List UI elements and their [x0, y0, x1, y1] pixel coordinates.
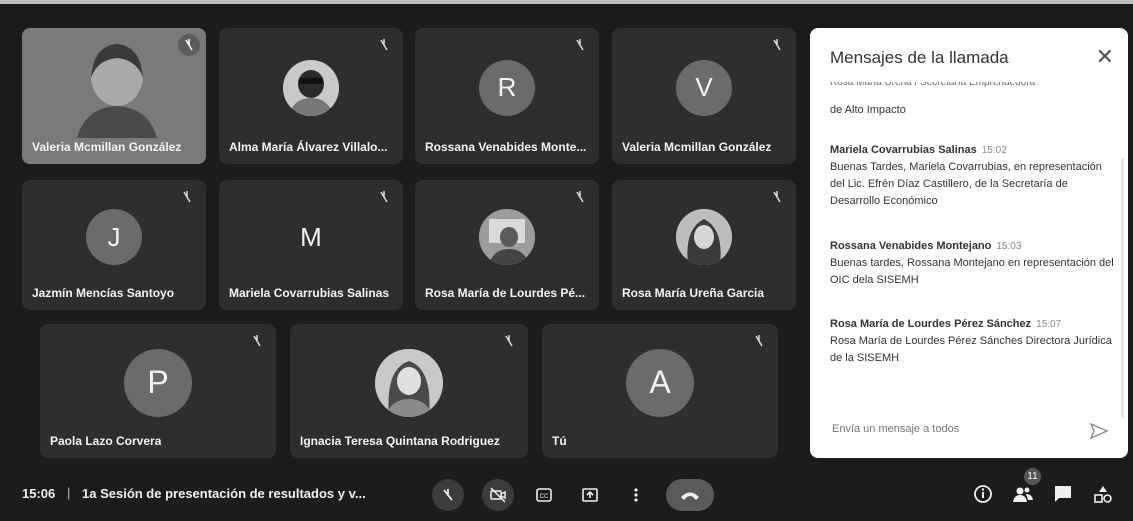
- present-button[interactable]: [574, 479, 606, 511]
- participant-tile[interactable]: Rosa María de Lourdes Pé...: [415, 180, 599, 310]
- more-options-button[interactable]: [620, 479, 652, 511]
- participant-name: Tú: [552, 434, 567, 448]
- message-sender: Rosa María de Lourdes Pérez Sánchez: [830, 318, 1032, 330]
- avatar: [283, 59, 339, 116]
- participant-name: Rosa María de Lourdes Pé...: [425, 286, 586, 300]
- mic-off-icon: [443, 489, 453, 501]
- participant-name: Ignacia Teresa Quintana Rodriguez: [300, 434, 500, 448]
- activities-button[interactable]: [1090, 481, 1116, 507]
- present-icon: [582, 488, 598, 502]
- svg-text:CC: CC: [540, 494, 549, 500]
- avatar: A: [626, 348, 694, 417]
- separator: |: [67, 485, 71, 500]
- person-video-icon: [77, 44, 157, 138]
- send-icon[interactable]: [1088, 420, 1110, 442]
- captions-icon: CC: [536, 488, 552, 502]
- participant-name: Valeria Mcmillan González: [622, 140, 772, 154]
- mic-off-icon: [576, 39, 584, 51]
- avatar: [676, 209, 732, 266]
- participant-tile[interactable]: Valeria Mcmillan González: [22, 28, 206, 164]
- participant-tile[interactable]: Alma María Álvarez Villalo...: [219, 28, 403, 164]
- mic-toggle-button[interactable]: [432, 479, 464, 511]
- message-fragment: de Alto Impacto: [830, 104, 906, 116]
- camera-toggle-button[interactable]: [482, 479, 514, 511]
- avatar: P: [124, 348, 192, 417]
- captions-button[interactable]: CC: [528, 479, 560, 511]
- chat-message: Mariela Covarrubias Salinas 15:02 Buenas …: [830, 142, 1115, 210]
- panel-title: Mensajes de la llamada: [830, 48, 1009, 67]
- mic-off-icon: [253, 335, 261, 347]
- participant-tile[interactable]: V Valeria Mcmillan González: [612, 28, 796, 164]
- chat-icon: [1055, 486, 1071, 502]
- activities-icon: [1094, 486, 1112, 503]
- participant-name: Mariela Covarrubias Salinas: [229, 286, 390, 300]
- message-text: Buenas Tardes, Mariela Covarrubias, en r…: [830, 161, 1102, 207]
- mic-off-icon: [773, 191, 781, 203]
- more-icon: [634, 488, 638, 502]
- mic-off-icon: [178, 34, 200, 56]
- avatar: [375, 348, 443, 417]
- people-icon: [1013, 487, 1033, 502]
- participant-tile[interactable]: Rosa María Ureña Garcia: [612, 180, 796, 310]
- mic-off-icon: [380, 191, 388, 203]
- message-time: 15:02: [981, 145, 1007, 156]
- avatar: [479, 209, 535, 266]
- message-sender: Rossana Venabides Montejano: [830, 240, 992, 252]
- bottom-bar: 15:06 | 1a Sesión de presentación de res…: [0, 470, 1133, 521]
- message-sender: Mariela Covarrubias Salinas: [830, 144, 977, 156]
- participant-name: Rossana Venabides Monte...: [425, 140, 587, 154]
- meet-window: Valeria Mcmillan González Alma María Álv…: [0, 0, 1133, 521]
- avatar: R: [479, 59, 535, 116]
- chat-message: Rossana Venabides Montejano 15:03 Buenas …: [830, 238, 1115, 289]
- participant-tile[interactable]: Ignacia Teresa Quintana Rodriguez: [290, 324, 528, 458]
- participant-name: Valeria Mcmillan González: [32, 140, 182, 154]
- participant-tile[interactable]: R Rossana Venabides Monte...: [415, 28, 599, 164]
- avatar: M: [300, 221, 322, 252]
- end-call-button[interactable]: [666, 479, 714, 511]
- chat-message: Rosa María de Lourdes Pérez Sánchez 15:07…: [830, 316, 1115, 367]
- participant-tile-self[interactable]: A Tú: [542, 324, 778, 458]
- clock: 15:06: [22, 486, 56, 501]
- close-icon[interactable]: ✕: [1096, 44, 1114, 70]
- camera-off-icon: [490, 487, 506, 503]
- participant-name: Jazmín Mencías Santoyo: [32, 286, 175, 300]
- mic-off-icon: [183, 191, 191, 203]
- mic-off-icon: [576, 191, 584, 203]
- message-time: 15:03: [996, 241, 1022, 252]
- participant-tile[interactable]: P Paola Lazo Corvera: [40, 324, 276, 458]
- end-call-icon: [681, 492, 699, 500]
- message-text: Rosa María de Lourdes Pérez Sánches Dire…: [830, 335, 1112, 364]
- chat-input[interactable]: [830, 422, 1074, 436]
- avatar: V: [676, 59, 732, 116]
- mic-off-icon: [505, 335, 513, 347]
- message-text: Buenas tardes, Rossana Montejano en repr…: [830, 257, 1114, 286]
- scrollbar[interactable]: [1121, 158, 1124, 418]
- mic-off-icon: [380, 39, 388, 51]
- participant-tile[interactable]: M Mariela Covarrubias Salinas: [219, 180, 403, 310]
- chat-panel: Mensajes de la llamada ✕ Rosa María Ureñ…: [810, 28, 1128, 458]
- participant-count-badge: 11: [1024, 468, 1041, 485]
- avatar: J: [86, 209, 142, 266]
- mic-off-icon: [773, 39, 781, 51]
- info-icon: [974, 485, 992, 503]
- chat-button[interactable]: [1050, 481, 1076, 507]
- mic-off-icon: [755, 335, 763, 347]
- participant-name: Paola Lazo Corvera: [50, 434, 162, 448]
- participant-name: Rosa María Ureña Garcia: [622, 286, 765, 300]
- info-button[interactable]: [970, 481, 996, 507]
- message-fragment: Rosa María Ureña / Secretaría Emprendedo…: [830, 82, 1036, 88]
- participant-tile[interactable]: J Jazmín Mencías Santoyo: [22, 180, 206, 310]
- participant-name: Alma María Álvarez Villalo...: [229, 140, 388, 154]
- message-time: 15:07: [1036, 319, 1062, 330]
- meeting-title: 1a Sesión de presentación de resultados …: [82, 486, 366, 501]
